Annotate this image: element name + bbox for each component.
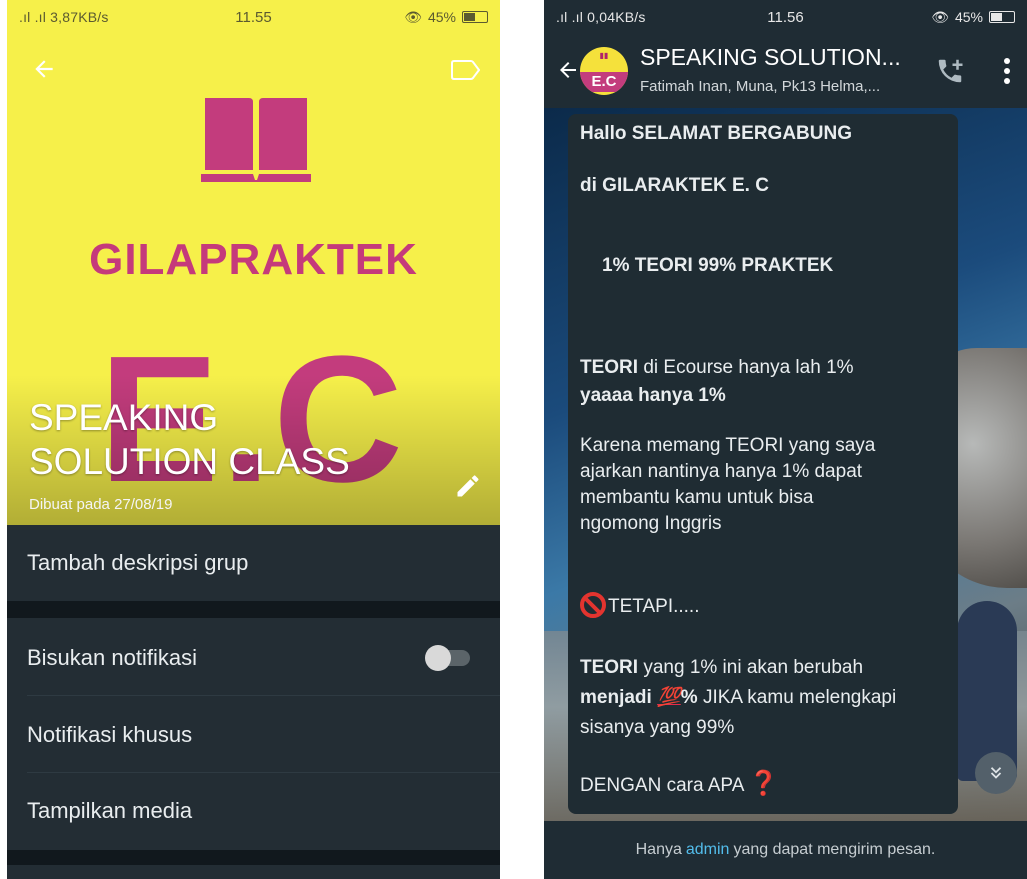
group-name-line2: SOLUTION CLASS [29, 441, 350, 482]
notice-admin-link[interactable]: admin [686, 841, 730, 859]
message-line: ngomong Inggris [580, 513, 722, 534]
mute-notifications-row[interactable]: Bisukan notifikasi [27, 620, 500, 696]
group-header-image: GILAPRAKTEK E.C .ıl .ıl 3,87KB/s 11.55 👁… [7, 0, 500, 525]
mute-notifications-label: Bisukan notifikasi [27, 644, 197, 670]
battery-indicator: 👁 45% [404, 9, 488, 26]
show-media-label: Tampilkan media [27, 798, 193, 823]
message-line: DENGAN cara APA ❓ [580, 770, 948, 799]
pencil-icon[interactable] [454, 472, 482, 500]
add-description-label: Tambah deskripsi grup [27, 550, 249, 575]
message-text: JIKA kamu melengkapi [697, 687, 897, 708]
battery-percent: 45% [427, 9, 456, 25]
message-line: sisanya yang 99% [580, 717, 735, 738]
notice-text: Hanya [635, 841, 682, 858]
message-bold: TEORI [580, 357, 639, 378]
message-line: membantu kamu untuk bisa [580, 487, 814, 508]
message-bold: % [680, 687, 698, 708]
network-speed: .ıl .ıl 3,87KB/s [19, 9, 109, 25]
notice-text: yang dapat mengirim pesan. [733, 841, 936, 858]
battery-icon [462, 11, 488, 23]
prohibited-icon [580, 592, 606, 618]
created-date: Dibuat pada 27/08/19 [29, 496, 173, 513]
chat-screen: .ıl .ıl 0,04KB/s 11.56 👁 45% ▮▮ E.C SPEA… [544, 0, 1027, 879]
message-line: 1% TEORI 99% PRAKTEK [602, 255, 834, 276]
chat-header[interactable]: ▮▮ E.C SPEAKING SOLUTION... Fatimah Inan… [544, 34, 1027, 108]
message-text: TETAPI..... [608, 596, 700, 617]
back-arrow-icon[interactable] [556, 58, 580, 82]
section-divider-bottom [7, 850, 500, 865]
eye-icon: 👁 [931, 8, 949, 25]
question-mark-icon: ❓ [748, 770, 779, 797]
section-divider [7, 601, 500, 618]
hundred-points-icon: 💯 [657, 687, 681, 708]
message-bubble[interactable]: Hallo SELAMAT BERGABUNG di GILARAKTEK E.… [568, 114, 958, 814]
avatar-book-icon: ▮▮ [599, 51, 609, 60]
chat-title: SPEAKING SOLUTION... [640, 44, 901, 70]
clock: 11.55 [235, 8, 272, 26]
custom-notifications-label: Notifikasi khusus [27, 721, 193, 747]
message-line: yaaaa hanya 1% [580, 385, 726, 406]
group-info-screen: GILAPRAKTEK E.C .ıl .ıl 3,87KB/s 11.55 👁… [7, 0, 500, 879]
message-text: DENGAN cara APA [580, 775, 744, 796]
back-arrow-icon[interactable] [31, 56, 57, 82]
add-call-icon[interactable] [935, 56, 965, 86]
admin-only-notice: Hanya admin yang dapat mengirim pesan. [544, 821, 1027, 879]
chat-participants: Fatimah Inan, Muna, Pk13 Helma,... [640, 78, 881, 95]
message-line: menjadi 💯% JIKA kamu melengkapi [580, 684, 948, 711]
double-chevron-down-icon [990, 767, 1002, 779]
avatar-text: E.C [580, 72, 628, 92]
message-text: di Ecourse hanya lah 1% [638, 357, 854, 378]
clock: 11.56 [767, 8, 804, 26]
message-bold: TEORI [580, 657, 639, 678]
label-icon[interactable] [450, 60, 480, 80]
more-vertical-icon[interactable] [1001, 56, 1013, 86]
battery-percent: 45% [954, 9, 983, 25]
book-icon [201, 98, 311, 182]
message-text: yang 1% ini akan berubah [638, 657, 864, 678]
status-bar: .ıl .ıl 0,04KB/s 11.56 👁 45% [544, 0, 1027, 34]
mute-toggle[interactable] [425, 644, 470, 671]
message-line: di GILARAKTEK E. C [580, 175, 769, 196]
message-line: TEORI yang 1% ini akan berubah [580, 654, 948, 681]
battery-icon [989, 11, 1015, 23]
message-line: TEORI di Ecourse hanya lah 1% [580, 354, 948, 381]
message-line: Karena memang TEORI yang saya [580, 435, 876, 456]
battery-indicator: 👁 45% [931, 9, 1015, 26]
message-line: ajarkan nantinya hanya 1% dapat [580, 461, 863, 482]
toggle-knob [425, 644, 451, 671]
message-line: Hallo SELAMAT BERGABUNG [580, 123, 852, 144]
eye-icon: 👁 [404, 8, 422, 25]
message-line: TETAPI..... [580, 592, 948, 620]
status-bar: .ıl .ıl 3,87KB/s 11.55 👁 45% [7, 0, 500, 34]
avatar[interactable]: ▮▮ E.C [580, 47, 628, 95]
network-speed: .ıl .ıl 0,04KB/s [556, 9, 646, 25]
show-media-row[interactable]: Tampilkan media [27, 773, 500, 849]
brand-title: GILAPRAKTEK [89, 235, 418, 284]
custom-notifications-row[interactable]: Notifikasi khusus [27, 697, 500, 773]
group-name: SPEAKING SOLUTION CLASS [29, 396, 409, 484]
message-bold: menjadi [580, 687, 652, 708]
scroll-to-bottom-button[interactable] [975, 752, 1017, 794]
group-name-line1: SPEAKING [29, 397, 219, 438]
add-description-row[interactable]: Tambah deskripsi grup [27, 525, 500, 601]
